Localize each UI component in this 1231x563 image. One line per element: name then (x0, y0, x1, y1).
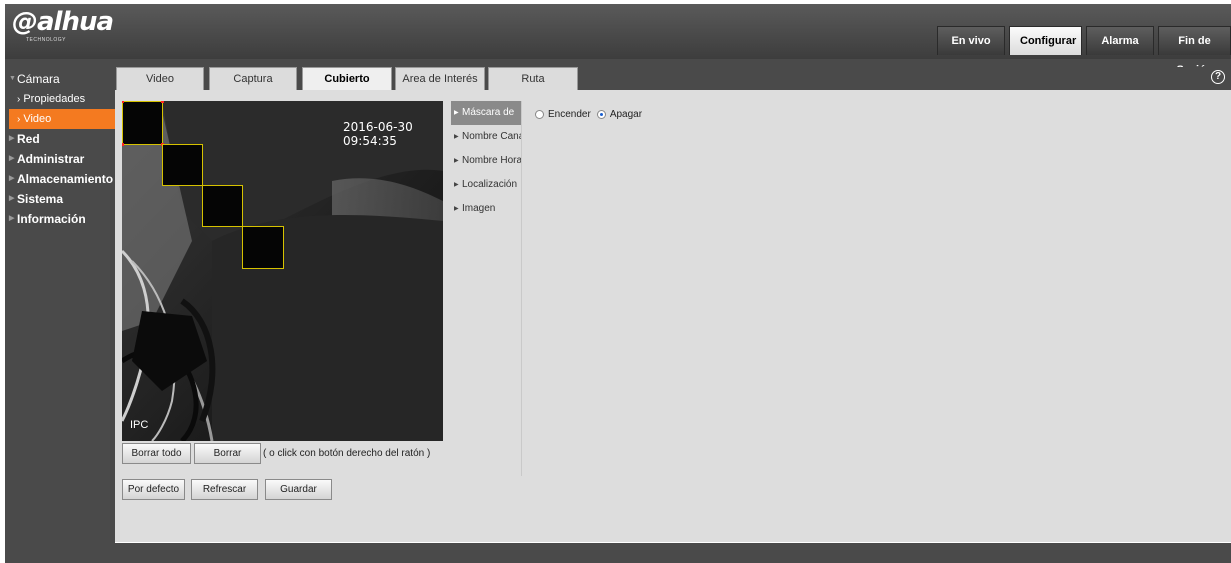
dahua-logo: @alhua TECHNOLOGY (12, 7, 114, 43)
sidebar: ▼ Cámara › Propiedades › Video ▶ Red ▶ Adm… (5, 59, 115, 563)
help-icon[interactable]: ? (1211, 70, 1225, 84)
top-navigation: En vivo Configurar Alarma Fin de Sesión (933, 26, 1231, 76)
menu-item-location[interactable]: ▶ Localización (451, 173, 521, 197)
right-click-hint: ( o click con botón derecho del ratón ) (263, 448, 431, 459)
save-button[interactable]: Guardar (265, 479, 332, 500)
clear-all-button[interactable]: Borrar todo (122, 443, 191, 464)
tab-capture[interactable]: Captura (209, 67, 297, 90)
menu-item-channel-name[interactable]: ▶ Nombre Canal (451, 125, 521, 149)
sidebar-group-system[interactable]: ▶ Sistema (5, 189, 115, 209)
settings-panel: 2016-06-30 09:54:35 IPC Borrar todo Borr… (115, 90, 1231, 542)
triangle-right-icon: ▶ (454, 158, 459, 164)
privacy-mask-region[interactable] (202, 185, 243, 227)
tab-live[interactable]: En vivo (937, 26, 1005, 55)
sidebar-group-manage[interactable]: ▶ Administrar (5, 149, 115, 169)
menu-item-label: Nombre Horario (462, 155, 521, 166)
sidebar-item-properties[interactable]: › Propiedades (5, 89, 115, 109)
sidebar-group-label: Almacenamiento (17, 172, 114, 186)
radio-disable[interactable] (596, 109, 606, 119)
privacy-mask-toggle: Encender Apagar (535, 107, 648, 121)
triangle-right-icon: ▶ (454, 134, 459, 140)
expanded-arrow-icon: ▼ (9, 75, 16, 82)
privacy-mask-region[interactable] (162, 144, 203, 186)
sidebar-group-information[interactable]: ▶ Información (5, 209, 115, 229)
sidebar-group-label: Cámara (17, 72, 60, 86)
menu-item-label: Imagen (462, 203, 496, 214)
collapsed-arrow-icon: ▶ (9, 195, 15, 202)
video-preview[interactable]: 2016-06-30 09:54:35 IPC (122, 101, 443, 441)
tab-alarm[interactable]: Alarma (1086, 26, 1154, 55)
tab-logout[interactable]: Fin de Sesión (1158, 26, 1231, 76)
menu-item-time-title[interactable]: ▶Nombre Horario (451, 149, 521, 173)
privacy-mask-region[interactable] (242, 226, 284, 269)
sub-tab-bar: Video Captura Cubierto Area de Interés R… (115, 67, 1231, 90)
collapsed-arrow-icon: ▶ (9, 155, 15, 162)
sidebar-item-video[interactable]: › Video (9, 109, 115, 129)
tab-area-of-interest[interactable]: Area de Interés (395, 67, 485, 90)
tab-path[interactable]: Ruta (488, 67, 578, 90)
triangle-right-icon: ▶ (454, 110, 459, 116)
osd-timestamp: 2016-06-30 09:54:35 (343, 120, 413, 148)
sidebar-group-label: Información (17, 212, 86, 226)
osd-channel-name: IPC (130, 419, 149, 431)
sidebar-group-label: Red (17, 132, 40, 146)
radio-enable-label: Encender (548, 108, 591, 120)
refresh-button[interactable]: Refrescar (191, 479, 258, 500)
sidebar-group-camera[interactable]: ▼ Cámara (5, 69, 115, 89)
resize-handle[interactable] (161, 101, 164, 103)
tab-configure[interactable]: Configurar (1009, 26, 1082, 55)
clear-button[interactable]: Borrar (194, 443, 261, 464)
menu-item-label: Máscara de (462, 107, 515, 118)
menu-item-label: Nombre Canal (462, 131, 521, 142)
header-bar: @alhua TECHNOLOGY En vivo Configurar Ala… (5, 4, 1231, 76)
cover-submenu: ▶Máscara de ▶Nombre Canal ▶Nombre Horari… (451, 101, 522, 476)
menu-item-label: Localización (462, 179, 518, 190)
default-button[interactable]: Por defecto (122, 479, 185, 500)
radio-enable[interactable] (535, 109, 544, 119)
sidebar-group-label: Sistema (17, 192, 64, 206)
logo-text: alhua (37, 7, 114, 37)
triangle-right-icon: ▶ (454, 206, 459, 212)
collapsed-arrow-icon: ▶ (9, 135, 15, 142)
app-window: @alhua TECHNOLOGY En vivo Configurar Ala… (5, 4, 1231, 563)
sidebar-group-label: Administrar (17, 152, 85, 166)
chevron-right-icon: › (17, 94, 21, 105)
menu-item-image[interactable]: ▶ Imagen (451, 197, 521, 221)
content-area: Video Captura Cubierto Area de Interés R… (115, 67, 1231, 543)
sidebar-group-storage[interactable]: ▶ Almacenamiento (5, 169, 115, 189)
logo-subtext: TECHNOLOGY (26, 37, 67, 43)
sidebar-group-network[interactable]: ▶ Red (5, 129, 115, 149)
tab-cover[interactable]: Cubierto (302, 67, 392, 90)
privacy-mask-region[interactable] (122, 101, 164, 146)
collapsed-arrow-icon: ▶ (9, 175, 15, 182)
radio-disable-label: Apagar (609, 108, 643, 120)
resize-handle[interactable] (122, 143, 124, 146)
chevron-right-icon: › (17, 114, 21, 125)
triangle-right-icon: ▶ (454, 182, 459, 188)
sidebar-item-label: Propiedades (23, 93, 86, 105)
resize-handle[interactable] (122, 101, 124, 103)
menu-item-privacy-mask[interactable]: ▶ Máscara de (451, 101, 521, 125)
collapsed-arrow-icon: ▶ (9, 215, 15, 222)
tab-video[interactable]: Video (116, 67, 204, 90)
sidebar-item-label: Video (23, 113, 52, 125)
